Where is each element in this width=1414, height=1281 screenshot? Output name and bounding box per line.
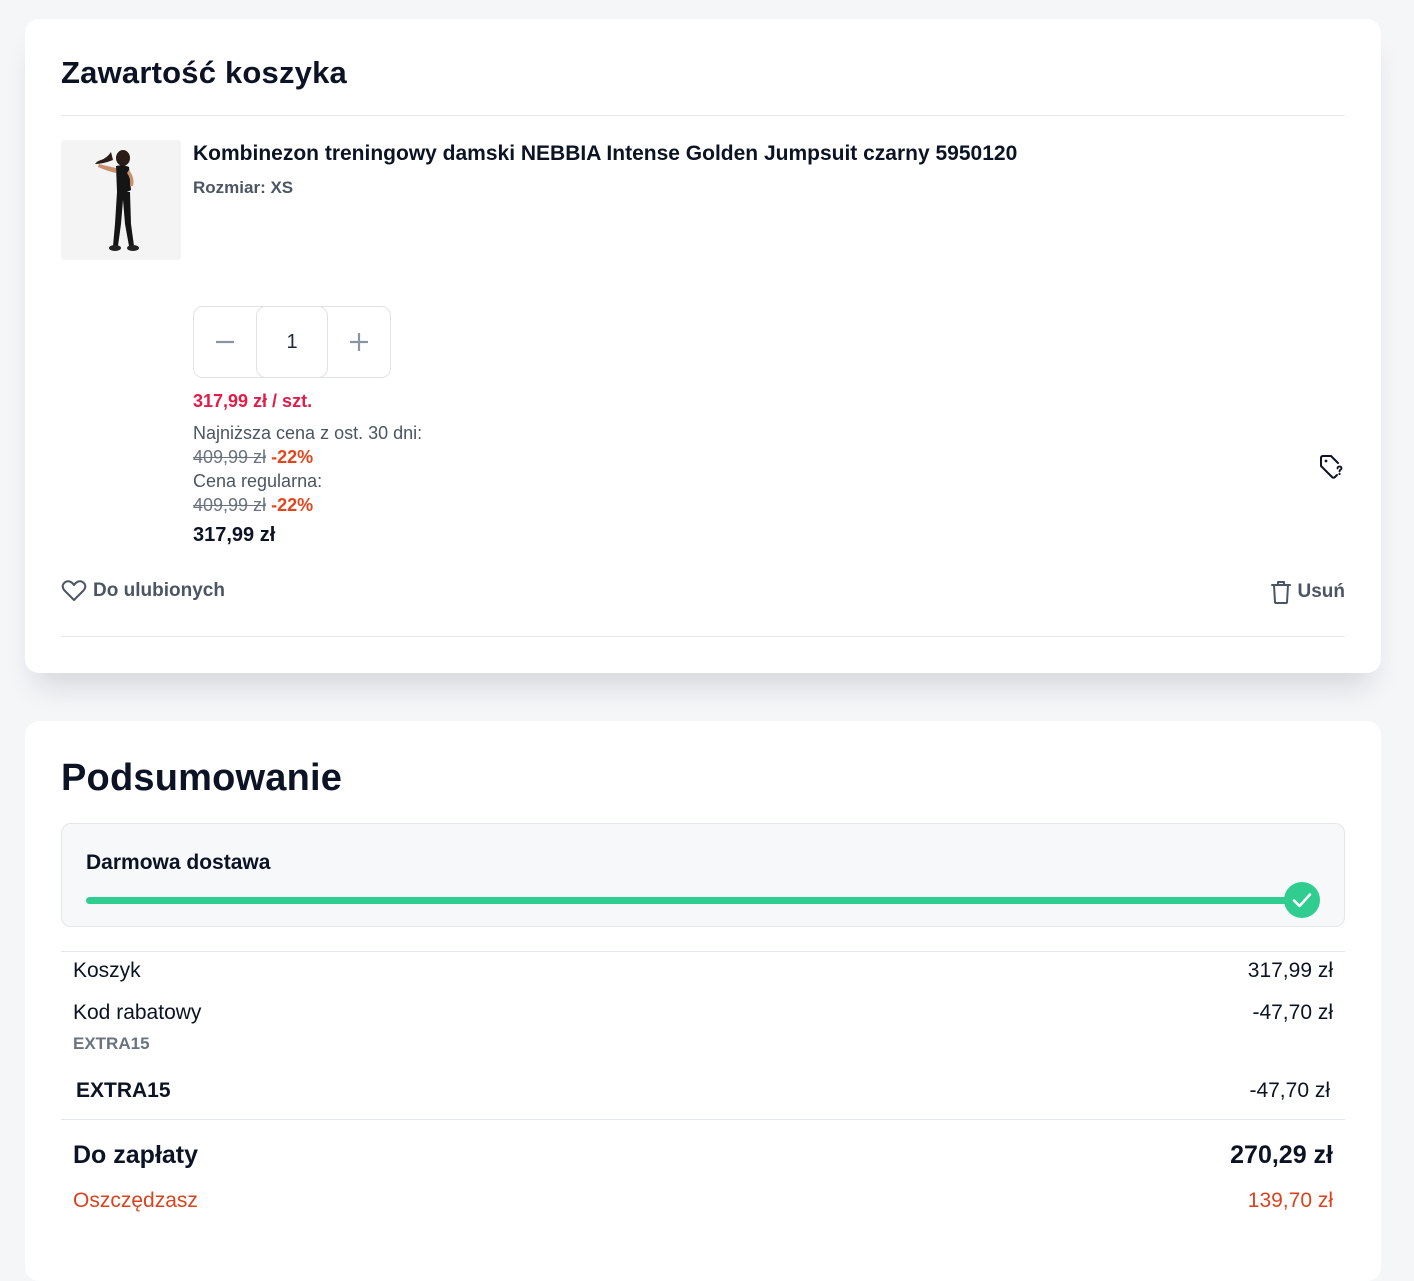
savings-value: 139,70 zł xyxy=(1247,1189,1333,1212)
free-shipping-box: Darmowa dostawa xyxy=(61,823,1345,927)
divider xyxy=(61,1119,1345,1120)
discount-code-label: Kod rabatowy xyxy=(73,1001,202,1024)
free-shipping-progress-fill xyxy=(86,897,1302,904)
savings-label: Oszczędzasz xyxy=(73,1189,198,1212)
regular-price-info: Cena regularna: 409,99 zł -22% xyxy=(193,469,433,517)
cart-subtotal-label: Koszyk xyxy=(73,959,141,982)
regular-price-label: Cena regularna: xyxy=(193,471,323,491)
summary-card: Podsumowanie Darmowa dostawa Koszyk 317,… xyxy=(25,721,1381,1281)
discount-code-name: EXTRA15 xyxy=(73,1034,150,1053)
remove-item-button[interactable]: Usuń xyxy=(1270,579,1346,605)
divider xyxy=(61,951,1345,952)
quantity-input[interactable]: 1 xyxy=(255,306,329,378)
lowest-price-label: Najniższa cena z ost. 30 dni: xyxy=(193,423,423,443)
decrease-quantity-button[interactable] xyxy=(194,307,256,377)
heart-icon xyxy=(61,580,87,601)
price-tag-question-icon[interactable] xyxy=(1318,453,1346,481)
applied-coupon-label: EXTRA15 xyxy=(76,1079,171,1102)
product-name[interactable]: Kombinezon treningowy damski NEBBIA Inte… xyxy=(193,142,1017,166)
free-shipping-label: Darmowa dostawa xyxy=(86,851,271,874)
cart-card: Zawartość koszyka Kombinezon treningowy … xyxy=(25,19,1381,673)
discount-code-value: -47,70 zł xyxy=(1252,1001,1333,1024)
final-price: 317,99 zł xyxy=(193,524,276,546)
cart-title: Zawartość koszyka xyxy=(61,55,347,90)
lowest-price-old: 409,99 zł xyxy=(193,447,267,467)
increase-quantity-button[interactable] xyxy=(328,307,390,377)
plus-icon xyxy=(350,333,369,351)
add-to-favorites-button[interactable]: Do ulubionych xyxy=(61,579,225,603)
remove-label: Usuń xyxy=(1297,581,1346,602)
check-icon xyxy=(1284,882,1320,918)
favorites-label: Do ulubionych xyxy=(93,580,225,601)
regular-price-discount: -22% xyxy=(271,495,314,515)
lowest-price-discount: -22% xyxy=(271,447,314,467)
product-size: Rozmiar: XS xyxy=(193,178,294,197)
free-shipping-progress-bar xyxy=(86,897,1302,904)
unit-price: 317,99 zł / szt. xyxy=(193,391,313,411)
applied-coupon-value: -47,70 zł xyxy=(1249,1079,1330,1102)
regular-price-old: 409,99 zł xyxy=(193,495,267,515)
divider xyxy=(61,115,1345,116)
product-image[interactable] xyxy=(61,140,181,260)
total-label: Do zapłaty xyxy=(73,1141,199,1169)
summary-title: Podsumowanie xyxy=(61,757,343,799)
divider xyxy=(61,636,1345,637)
minus-icon xyxy=(215,340,234,344)
cart-subtotal-value: 317,99 zł xyxy=(1247,959,1333,982)
lowest-price-info: Najniższa cena z ost. 30 dni: 409,99 zł … xyxy=(193,421,433,469)
trash-icon xyxy=(1270,581,1291,604)
quantity-stepper[interactable]: 1 xyxy=(193,306,391,378)
total-value: 270,29 zł xyxy=(1230,1141,1333,1169)
